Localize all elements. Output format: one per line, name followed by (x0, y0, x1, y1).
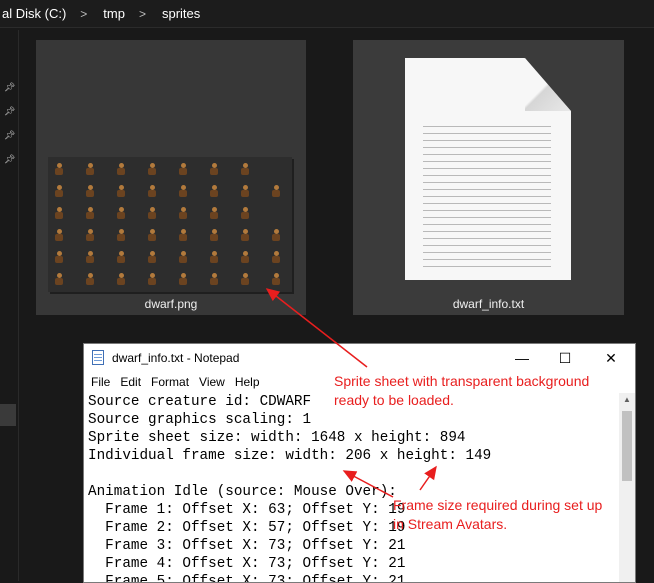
annotation-line: Sprite sheet with transparent background (334, 373, 590, 389)
sprite-frame (116, 207, 126, 219)
sprite-frame (147, 229, 157, 241)
sprite-frame (240, 207, 250, 219)
menu-format[interactable]: Format (151, 375, 189, 389)
sprite-sheet-note: Sprite sheet with transparent background… (334, 372, 589, 410)
sprite-frame (209, 207, 219, 219)
menu-edit[interactable]: Edit (120, 375, 141, 389)
file-name: dwarf.png (144, 297, 198, 311)
breadcrumb-separator: > (80, 6, 88, 21)
text-lines-icon (423, 120, 551, 270)
annotation-line: ready to be loaded. (334, 392, 454, 408)
close-button[interactable]: ✕ (596, 347, 626, 369)
menu-view[interactable]: View (199, 375, 225, 389)
sprite-frame (147, 207, 157, 219)
sprite-frame (240, 185, 250, 197)
notepad-icon (92, 350, 104, 365)
breadcrumb-tmp[interactable]: tmp (103, 6, 125, 21)
sprite-frame (240, 229, 250, 241)
sprite-frame (147, 273, 157, 285)
pin-icon: 📌︎ (4, 106, 16, 116)
breadcrumb-separator: > (138, 6, 146, 21)
sprite-frame (178, 273, 188, 285)
sprite-frame (271, 251, 281, 263)
text-line: Frame 4: Offset X: 73; Offset Y: 21 (88, 556, 406, 572)
text-line: Individual frame size: width: 206 x heig… (88, 448, 492, 464)
frame-size-note: Frame size required during set up in Str… (393, 496, 602, 534)
sprite-frame (54, 229, 64, 241)
menu-file[interactable]: File (91, 375, 110, 389)
breadcrumb-sprites[interactable]: sprites (162, 6, 200, 21)
vertical-scrollbar[interactable]: ▲ (619, 393, 635, 582)
file-tile-dwarf-info-txt[interactable]: dwarf_info.txt (353, 40, 624, 315)
sprite-frame (240, 273, 250, 285)
sprite-frame (85, 229, 95, 241)
sprite-frame (85, 185, 95, 197)
scroll-up-icon[interactable]: ▲ (623, 395, 631, 404)
sprite-frame (54, 207, 64, 219)
sprite-frame (209, 251, 219, 263)
nav-selected-item[interactable] (0, 404, 16, 426)
sprite-frame (240, 251, 250, 263)
menu-help[interactable]: Help (235, 375, 260, 389)
text-editor[interactable]: Source creature id: CDWARF Source graphic… (84, 393, 622, 582)
sprite-frame (178, 251, 188, 263)
sprite-frame (271, 273, 281, 285)
navigation-pane[interactable]: 📌︎ 📌︎ 📌︎ 📌︎ (0, 28, 18, 581)
sprite-frame (54, 185, 64, 197)
sprite-frame (116, 229, 126, 241)
sprite-frame (147, 185, 157, 197)
sprite-frame (178, 185, 188, 197)
window-title: dwarf_info.txt - Notepad (112, 351, 240, 365)
sprite-frame (209, 185, 219, 197)
text-line: Frame 3: Offset X: 73; Offset Y: 21 (88, 538, 406, 554)
scrollbar-thumb[interactable] (622, 411, 632, 481)
sprite-frame (116, 251, 126, 263)
pin-icon: 📌︎ (4, 154, 16, 164)
text-line (88, 465, 622, 483)
pin-icon: 📌︎ (4, 82, 16, 92)
sprite-frame (54, 251, 64, 263)
sprite-frame (271, 185, 281, 197)
sprite-frame (54, 273, 64, 285)
sprite-frame (85, 273, 95, 285)
sprite-frame (116, 273, 126, 285)
sprite-frame (54, 163, 64, 175)
sprite-sheet-thumbnail (48, 157, 292, 292)
sprite-frame (116, 185, 126, 197)
sprite-frame (147, 251, 157, 263)
sprite-frame (209, 273, 219, 285)
notepad-titlebar[interactable]: dwarf_info.txt - Notepad — ☐ ✕ (84, 344, 635, 373)
annotation-line: Frame size required during set up (393, 497, 603, 513)
sprite-frame (209, 229, 219, 241)
sprite-frame (178, 207, 188, 219)
sprite-frame (240, 163, 250, 175)
sprite-frame (85, 207, 95, 219)
text-line: Source graphics scaling: 1 (88, 412, 312, 428)
maximize-button[interactable]: ☐ (550, 347, 580, 369)
sprite-frame (147, 163, 157, 175)
page-fold-icon (525, 58, 571, 111)
sprite-frame (271, 229, 281, 241)
breadcrumb-disk[interactable]: al Disk (C:) (2, 6, 66, 21)
sprite-frame (209, 163, 219, 175)
address-bar[interactable]: al Disk (C:) > tmp > sprites (0, 0, 654, 28)
pin-icon: 📌︎ (4, 130, 16, 140)
file-name: dwarf_info.txt (452, 297, 525, 311)
sprite-frame (116, 163, 126, 175)
pane-divider (18, 30, 19, 581)
text-line: Sprite sheet size: width: 1648 x height:… (88, 430, 466, 446)
annotation-line: in Stream Avatars. (393, 516, 508, 532)
sprite-frame (85, 163, 95, 175)
minimize-button[interactable]: — (507, 347, 537, 369)
sprite-frame (178, 229, 188, 241)
file-tile-dwarf-png[interactable]: dwarf.png (36, 40, 306, 315)
sprite-frame (85, 251, 95, 263)
sprite-frame (178, 163, 188, 175)
